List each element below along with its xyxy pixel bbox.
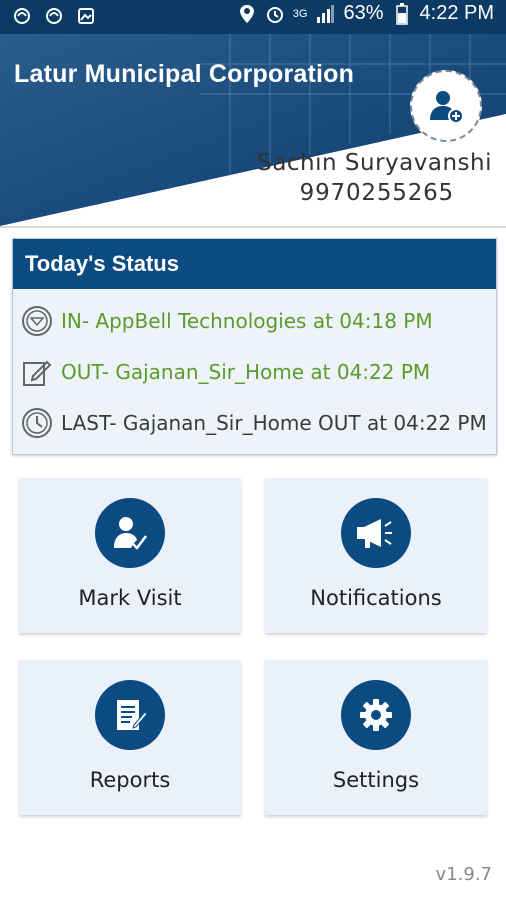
todays-status-card: Today's Status IN- AppBell Technologies … (12, 238, 497, 455)
status-out-row: OUT- Gajanan_Sir_Home at 04:22 PM (21, 356, 430, 388)
add-user-icon (430, 91, 464, 124)
image-notification-icon (78, 8, 94, 24)
mark-visit-icon-circle (95, 498, 165, 568)
location-icon (239, 4, 254, 23)
user-name: Sachin Suryavanshi (257, 150, 492, 176)
settings-button[interactable]: Settings (265, 660, 487, 815)
app-notification-icon (46, 8, 62, 24)
clock-icon (22, 408, 52, 438)
gear-icon (360, 699, 392, 731)
signal-icon (317, 4, 335, 23)
status-bar: 3G 63% 4:22 PM (0, 0, 506, 34)
notifications-icon-circle (341, 498, 411, 568)
check-out-icon (23, 360, 52, 386)
report-icon (117, 700, 148, 730)
status-last-row: LAST- Gajanan_Sir_Home OUT at 04:22 PM (21, 407, 487, 439)
app-version: v1.9.7 (435, 864, 492, 885)
mark-visit-label: Mark Visit (78, 586, 182, 610)
network-type: 3G (292, 7, 308, 20)
alarm-icon (266, 6, 283, 23)
status-out-text: OUT- Gajanan_Sir_Home at 04:22 PM (61, 360, 431, 384)
status-bar-system: 3G 63% 4:22 PM (237, 2, 494, 25)
mark-visit-icon (114, 517, 147, 550)
notifications-label: Notifications (310, 586, 442, 610)
battery-icon (395, 2, 408, 25)
profile-avatar[interactable] (410, 70, 482, 142)
status-bar-notifications (12, 6, 96, 26)
status-in-text: IN- AppBell Technologies at 04:18 PM (61, 309, 433, 333)
status-card-title: Today's Status (13, 239, 496, 289)
user-phone: 9970255265 (299, 180, 454, 206)
reports-button[interactable]: Reports (19, 660, 241, 815)
battery-percent: 63% (343, 2, 384, 24)
status-last-text: LAST- Gajanan_Sir_Home OUT at 04:22 PM (61, 411, 487, 435)
organization-title: Latur Municipal Corporation (14, 60, 355, 88)
check-in-icon (22, 306, 52, 336)
header: Latur Municipal Corporation Sachin Surya… (0, 34, 506, 226)
app-notification-icon (14, 8, 30, 24)
settings-label: Settings (332, 768, 420, 792)
status-in-row: IN- AppBell Technologies at 04:18 PM (21, 305, 433, 337)
header-divider (0, 226, 506, 228)
notifications-button[interactable]: Notifications (265, 478, 487, 633)
mark-visit-button[interactable]: Mark Visit (19, 478, 241, 633)
clock-time: 4:22 PM (419, 2, 494, 24)
reports-label: Reports (89, 768, 171, 792)
settings-icon-circle (341, 680, 411, 750)
reports-icon-circle (95, 680, 165, 750)
megaphone-icon (357, 519, 392, 548)
